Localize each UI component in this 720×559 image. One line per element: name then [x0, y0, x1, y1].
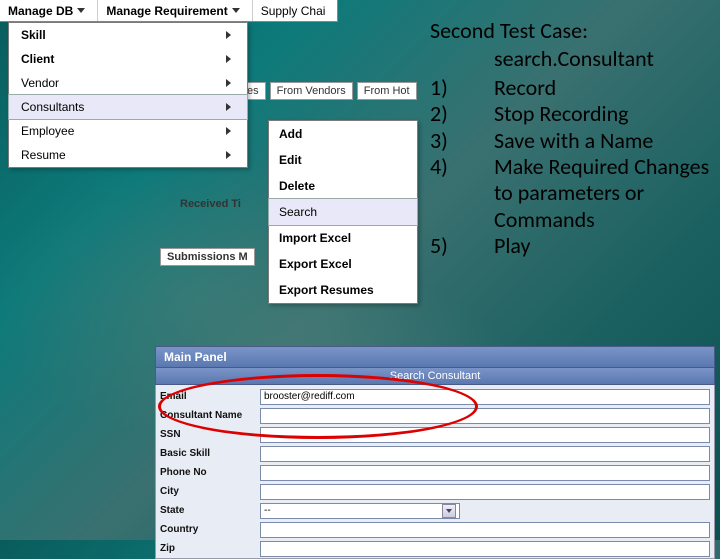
panel-subtitle: Search Consultant	[155, 368, 715, 385]
dd-resume[interactable]: Resume	[9, 143, 247, 167]
zip-field[interactable]	[260, 541, 710, 557]
search-consultant-panel: Main Panel Search Consultant Email Consu…	[155, 346, 715, 559]
step-text: Record	[494, 75, 710, 101]
dd-consultants[interactable]: Consultants	[8, 94, 248, 120]
state-value: --	[264, 505, 271, 516]
city-field[interactable]	[260, 484, 710, 500]
label-state: State	[160, 505, 260, 516]
chevron-down-icon	[77, 8, 85, 13]
basic-skill-field[interactable]	[260, 446, 710, 462]
step-text: Save with a Name	[494, 128, 710, 154]
label-zip: Zip	[160, 543, 260, 554]
step-text: Stop Recording	[494, 101, 710, 127]
ssn-field[interactable]	[260, 427, 710, 443]
submenu-add[interactable]: Add	[269, 121, 417, 147]
menubar-supply-chain[interactable]: Supply Chai	[253, 0, 339, 21]
step-num: 3)	[430, 128, 494, 154]
menubar-manage-requirement[interactable]: Manage Requirement	[98, 0, 252, 21]
menubar: Manage DB Manage Requirement Supply Chai	[0, 0, 338, 22]
dd-skill[interactable]: Skill	[9, 23, 247, 47]
submenu-export-excel[interactable]: Export Excel	[269, 251, 417, 277]
dd-employee[interactable]: Employee	[9, 119, 247, 143]
label-city: City	[160, 486, 260, 497]
label-consultant-name: Consultant Name	[160, 410, 260, 421]
submenu-delete[interactable]: Delete	[269, 173, 417, 199]
label-email: Email	[160, 391, 260, 402]
menubar-manage-db[interactable]: Manage DB	[0, 0, 98, 21]
consultant-name-field[interactable]	[260, 408, 710, 424]
step-num: 4)	[430, 154, 494, 233]
overlay-title: Second Test Case:	[430, 18, 710, 44]
menubar-label: Manage Requirement	[106, 4, 227, 18]
chevron-down-icon	[446, 509, 452, 513]
received-label: Received Ti	[180, 198, 241, 210]
country-field[interactable]	[260, 522, 710, 538]
label-phone: Phone No	[160, 467, 260, 478]
state-select[interactable]: --	[260, 503, 460, 519]
submenu-export-resumes[interactable]: Export Resumes	[269, 277, 417, 303]
background-tabs: es From Vendors From Hot	[240, 82, 417, 100]
tab-from-vendors[interactable]: From Vendors	[270, 82, 353, 100]
submenu-search[interactable]: Search	[268, 198, 418, 226]
step-num: 5)	[430, 233, 494, 259]
label-ssn: SSN	[160, 429, 260, 440]
tab-from-hot[interactable]: From Hot	[357, 82, 417, 100]
step-text: Play	[494, 233, 710, 259]
chevron-right-icon	[226, 151, 231, 159]
panel-title: Main Panel	[155, 346, 715, 368]
chevron-down-icon	[232, 8, 240, 13]
menubar-label: Manage DB	[8, 4, 73, 18]
email-field[interactable]	[260, 389, 710, 405]
dd-vendor[interactable]: Vendor	[9, 71, 247, 95]
submenu-import-excel[interactable]: Import Excel	[269, 225, 417, 251]
label-basic-skill: Basic Skill	[160, 448, 260, 459]
menubar-label: Supply Chai	[261, 4, 326, 18]
chevron-right-icon	[226, 31, 231, 39]
overlay-steps: Second Test Case: search.Consultant 1)Re…	[430, 18, 710, 260]
chevron-right-icon	[226, 127, 231, 135]
chevron-right-icon	[226, 79, 231, 87]
dd-client[interactable]: Client	[9, 47, 247, 71]
submenu-edit[interactable]: Edit	[269, 147, 417, 173]
phone-field[interactable]	[260, 465, 710, 481]
dropdown-button[interactable]	[442, 504, 456, 518]
step-text: Make Required Changes to parameters or C…	[494, 154, 710, 233]
overlay-subtitle: search.Consultant	[430, 46, 710, 72]
consultants-submenu: Add Edit Delete Search Import Excel Expo…	[268, 120, 418, 304]
chevron-right-icon	[226, 103, 231, 111]
chevron-right-icon	[226, 55, 231, 63]
label-country: Country	[160, 524, 260, 535]
step-num: 1)	[430, 75, 494, 101]
manage-db-dropdown: Skill Client Vendor Consultants Employee…	[8, 22, 248, 168]
step-num: 2)	[430, 101, 494, 127]
submissions-label: Submissions M	[160, 248, 255, 266]
